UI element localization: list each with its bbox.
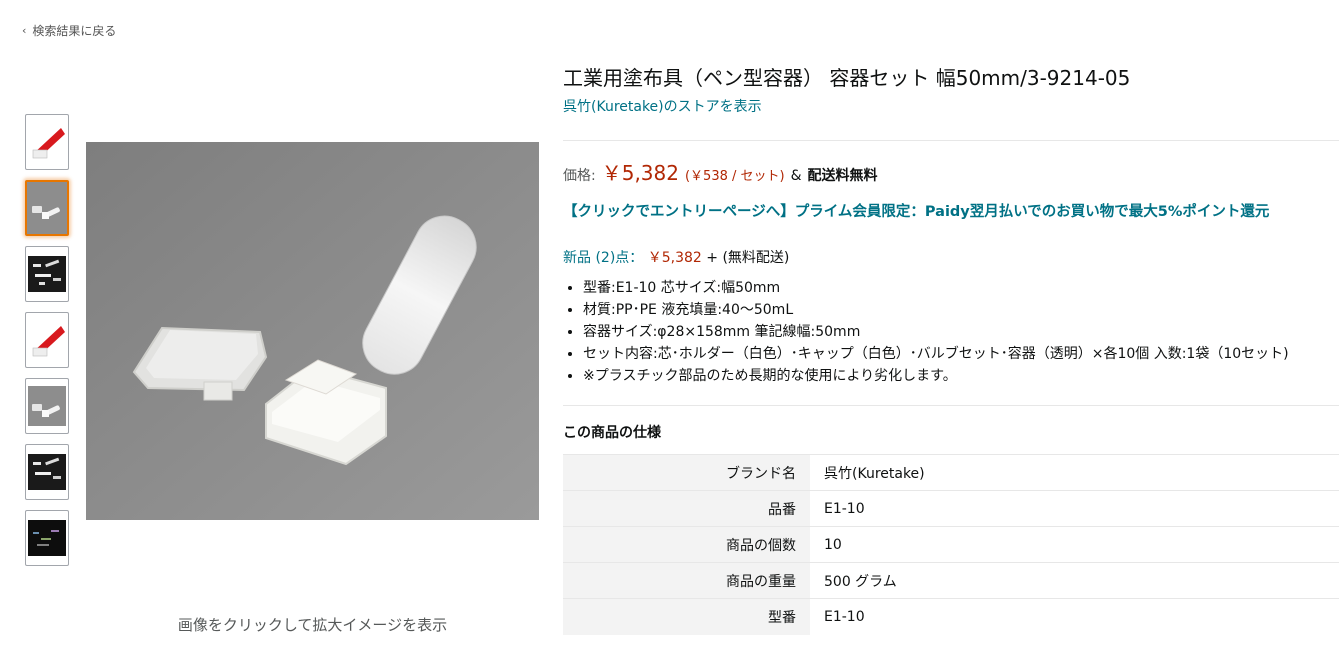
thumbnail-image [27,248,67,300]
divider [563,140,1339,141]
spec-section-title: この商品の仕様 [563,425,661,441]
back-to-results-label: 検索結果に戻る [32,24,117,38]
new-offers-suffix: + (無料配送) [706,250,790,266]
thumbnail-4[interactable] [25,312,69,368]
spec-row: 商品の重量 500 グラム [563,562,1339,599]
price-value: ￥5,382 [601,161,679,185]
spec-key: 商品の個数 [563,526,810,563]
spec-row: ブランド名 呉竹(Kuretake) [563,454,1339,491]
product-photo [86,142,539,520]
spec-value: E1-10 [810,598,1339,635]
new-offers-link[interactable]: 新品 (2)点： [563,250,643,266]
bullet-item: 材質:PP･PE 液充填量:40～50mL [583,299,1333,321]
thumbnail-image [27,512,67,564]
thumbnail-1[interactable] [25,114,69,170]
thumbnail-image [27,182,67,234]
bullet-item: ※プラスチック部品のため長期的な使用により劣化します。 [583,365,1333,387]
thumbnail-image [27,446,67,498]
unit-price: (￥538 / セット) [684,169,785,184]
promo-link[interactable]: 【クリックでエントリーページへ】プライム会員限定：Paidy翌月払いでのお買い物… [563,200,1339,221]
divider [563,405,1339,406]
back-to-results-link[interactable]: ‹ 検索結果に戻る [22,22,116,39]
price-row: 価格: ￥5,382 (￥538 / セット) & 配送料無料 [563,157,1339,186]
main-product-image[interactable] [86,142,539,520]
spec-value: 10 [810,526,1339,563]
thumbnail-3[interactable] [25,246,69,302]
thumbnail-image [27,116,67,168]
thumbnail-image [27,380,67,432]
product-info-panel: 工業用塗布具（ペン型容器） 容器セット 幅50mm/3-9214-05 呉竹(K… [563,62,1339,635]
new-offers-row: 新品 (2)点： ￥5,382 + (無料配送) [563,247,1339,267]
spec-value: E1-10 [810,490,1339,527]
product-title: 工業用塗布具（ペン型容器） 容器セット 幅50mm/3-9214-05 [563,66,1131,90]
spec-row: 品番 E1-10 [563,490,1339,527]
store-link[interactable]: 呉竹(Kuretake)のストアを表示 [563,96,762,116]
thumbnail-image [27,314,67,366]
spec-row: 商品の個数 10 [563,526,1339,563]
new-offers-price: ￥5,382 [647,250,702,266]
spec-key: 型番 [563,598,810,635]
thumbnail-6[interactable] [25,444,69,500]
spec-row: 型番 E1-10 [563,598,1339,635]
thumbnail-5[interactable] [25,378,69,434]
spec-key: ブランド名 [563,454,810,491]
bullet-item: 容器サイズ:φ28×158mm 筆記線幅:50mm [583,321,1333,343]
spec-table: ブランド名 呉竹(Kuretake) 品番 E1-10 商品の個数 10 商品の… [563,454,1339,635]
price-label: 価格: [563,168,596,184]
chevron-left-icon: ‹ [22,24,27,37]
free-shipping-label: 配送料無料 [807,168,878,184]
bullet-item: セット内容:芯･ホルダー（白色）･キャップ（白色）･バルブセット･容器（透明）×… [583,343,1333,365]
thumbnail-7[interactable] [25,510,69,566]
spec-key: 品番 [563,490,810,527]
feature-bullets: 型番:E1-10 芯サイズ:幅50mm 材質:PP･PE 液充填量:40～50m… [563,277,1333,387]
thumbnail-2[interactable] [25,180,69,236]
ampersand: & [790,168,802,184]
zoom-hint: 画像をクリックして拡大イメージを表示 [177,616,448,634]
bullet-item: 型番:E1-10 芯サイズ:幅50mm [583,277,1333,299]
spec-value: 呉竹(Kuretake) [810,454,1339,491]
spec-key: 商品の重量 [563,562,810,599]
spec-value: 500 グラム [810,562,1339,599]
thumbnail-strip [25,114,69,576]
